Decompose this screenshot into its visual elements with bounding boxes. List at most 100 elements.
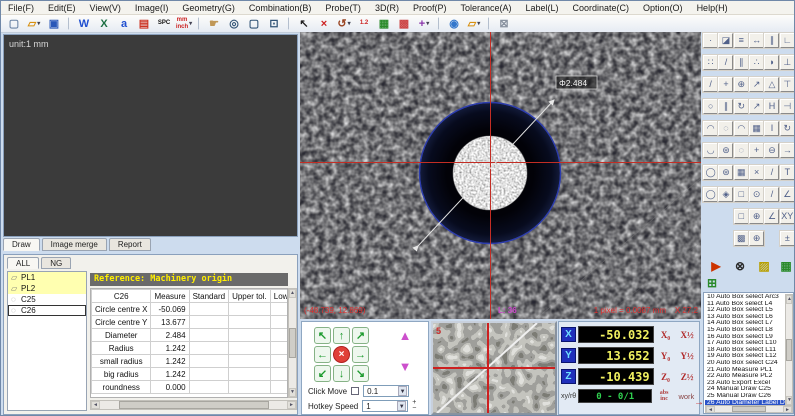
web-export-icon[interactable]: a [115,16,133,32]
geometry-tool-button[interactable]: H [764,99,779,114]
geometry-tool-button[interactable]: ⊖ [764,143,779,158]
geometry-tool-button[interactable]: · [703,33,718,48]
menu-item[interactable]: Image(I) [128,3,176,13]
geometry-tool-button[interactable]: ⊕ [749,231,764,246]
geometry-tool-button[interactable]: ◠ [734,121,749,136]
cad-draw-panel[interactable]: unit:1 mm [3,34,298,237]
table-row[interactable]: roundness 0.000 [92,381,289,394]
program-step[interactable]: 10 Auto Box select Arc3 [705,294,785,301]
excel-export-icon[interactable]: X [95,16,113,32]
geometry-tool-button[interactable]: / [764,165,779,180]
jog-down-button[interactable]: ↓ [333,365,350,382]
pixel-zoom-view[interactable]: 5 [431,321,557,415]
program-vscrollbar[interactable]: ▲ ▼ [785,294,793,406]
table-row[interactable]: Circle centre Y 13.677 [92,316,289,329]
polar-toggle-button[interactable]: xy/rθ [561,393,576,400]
geometry-tool-button[interactable]: ⊥ [780,55,795,70]
scroll-thumb[interactable] [786,339,792,361]
snap-cursor-icon[interactable]: ↖ [295,16,313,32]
jog-se-button[interactable]: ↘ [352,365,369,382]
hotkey-speed-select[interactable]: 1 ▼ [362,400,408,412]
table-row[interactable]: Radius 1.242 [92,342,289,355]
scroll-left-icon[interactable]: ◄ [706,406,715,413]
scroll-up-icon[interactable]: ▲ [786,295,792,304]
pan-hand-icon[interactable]: ☛ [205,16,223,32]
program-step[interactable]: 13 Auto Box select L6 [705,314,785,321]
geometry-tool-button[interactable]: ⊙ [749,187,764,202]
stop-program-button[interactable]: ⊗ [732,258,748,274]
geometry-tool-button[interactable]: ↔ [749,33,764,48]
axis-zero-button[interactable]: Y₀ [656,351,676,361]
menu-item[interactable]: Probe(T) [318,3,368,13]
geometry-tool-button[interactable]: ◌ [734,143,749,158]
zoom-magnifier-icon[interactable]: ◎ [225,16,243,32]
geometry-tool-button[interactable]: ⊕ [749,209,764,224]
menu-item[interactable]: Option(O) [636,3,690,13]
load-program-icon[interactable]: ▱ [465,16,483,32]
geometry-tool-button[interactable]: ⊣ [780,99,795,114]
program-step[interactable]: 11 Auto Box select L4 [705,301,785,308]
table-row[interactable]: small radius 1.242 [92,355,289,368]
scroll-left-icon[interactable]: ◄ [91,401,100,409]
menu-item[interactable]: Proof(P) [406,3,454,13]
scroll-down-icon[interactable]: ▼ [786,396,792,405]
box-select-icon[interactable]: ▢ [245,16,263,32]
geometry-tool-button[interactable]: ∥ [718,99,733,114]
jog-right-button[interactable]: → [352,346,369,363]
menu-item[interactable]: Label(L) [518,3,565,13]
zoom-region-icon[interactable]: ⊡ [265,16,283,32]
axis-half-button[interactable]: Y½ [677,351,697,361]
abs-inc-toggle-button[interactable]: abs inc [654,390,673,402]
scroll-thumb[interactable] [289,328,296,358]
program-step[interactable]: 23 Auto Export Excel [705,380,785,387]
menu-item[interactable]: Combination(B) [242,3,319,13]
menu-item[interactable]: Tolerance(A) [453,3,518,13]
geometry-tool-button[interactable]: ▦ [749,121,764,136]
geometry-tool-button[interactable]: ± [780,231,795,246]
geometry-tool-button[interactable]: / [718,55,733,70]
feature-item[interactable]: ◌ C25 [8,294,86,305]
geometry-tool-button[interactable]: ↗ [749,99,764,114]
jog-stop-button[interactable]: × [333,346,350,363]
geometry-tool-button[interactable]: → [780,143,795,158]
geometry-tool-button[interactable]: □ [734,209,749,224]
table-vscrollbar[interactable]: ▲ ▼ [288,288,297,398]
geometry-tool-button[interactable]: ↻ [780,121,795,136]
geometry-tool-button[interactable]: ∷ [703,55,718,70]
feature-item[interactable]: ◌ C26 [8,305,86,316]
result-filter-tab[interactable]: NG [41,257,71,269]
geometry-tool-button[interactable]: ◯ [703,187,718,202]
table-row[interactable]: big radius 1.242 [92,368,289,381]
geometry-tool-button[interactable]: ↻ [734,99,749,114]
jog-up-button[interactable]: ↑ [333,327,350,344]
geometry-tool-button[interactable]: + [749,143,764,158]
menu-item[interactable]: File(F) [1,3,41,13]
dot-grid-icon[interactable]: ▩ [395,16,413,32]
scroll-up-icon[interactable]: ▲ [289,289,296,298]
mm-inch-toggle-icon[interactable]: mm inch [175,16,193,32]
geometry-tool-button[interactable]: ◯ [703,165,718,180]
geometry-tool-button[interactable]: ↗ [749,77,764,92]
number-label-icon[interactable]: 1.2 [355,16,373,32]
program-step[interactable]: 14 Auto Box select L7 [705,320,785,327]
crosshair-icon[interactable]: + [415,16,433,32]
z-down-button[interactable]: ▼ [394,360,416,376]
run-program-button[interactable]: ▶ [708,258,724,274]
table-row[interactable]: Circle centre X -50.069 [92,303,289,316]
menu-item[interactable]: Help(H) [690,3,735,13]
geometry-tool-button[interactable]: ∥ [764,33,779,48]
menu-item[interactable]: Geometry(G) [175,3,242,13]
geometry-tool-button[interactable]: ◈ [718,187,733,202]
dropdown-arrow-icon[interactable]: ▼ [398,386,407,396]
feature-item[interactable]: ▱ PL2 [8,283,86,294]
geometry-tool-button[interactable]: ∠ [764,209,779,224]
pdf-export-icon[interactable]: ▤ [135,16,153,32]
axis-half-button[interactable]: Z½ [677,372,697,382]
program-step[interactable]: 20 Auto Box select C24 [705,360,785,367]
grid-icon[interactable]: ▦ [375,16,393,32]
toolbar-button[interactable] [198,17,200,30]
geometry-tool-button[interactable]: ◌ [718,121,733,136]
undo-icon[interactable]: ↺ [335,16,353,32]
program-hscrollbar[interactable]: ◄ ► [705,405,793,413]
tile-view-button[interactable]: ▦ [778,258,794,274]
